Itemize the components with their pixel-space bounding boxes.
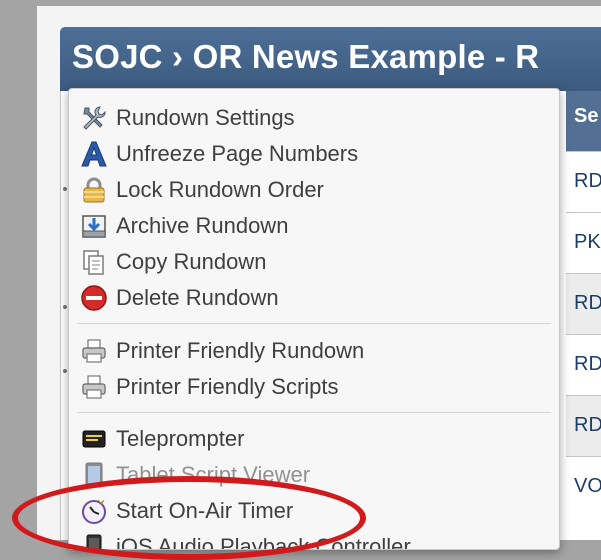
stopwatch-icon [80, 497, 108, 525]
table-cell-segment[interactable]: RD [566, 334, 601, 395]
menu-item-printer-friendly-rundown[interactable]: Printer Friendly Rundown [69, 333, 559, 369]
menu-item-lock-rundown-order[interactable]: Lock Rundown Order [69, 172, 559, 208]
menu-separator [77, 412, 551, 413]
phone-icon [80, 533, 108, 549]
row-marker [63, 305, 67, 309]
table-cell-segment[interactable]: RD [566, 151, 601, 212]
tools-icon [80, 104, 108, 132]
printer-icon [80, 337, 108, 365]
menu-item-start-on-air-timer[interactable]: Start On-Air Timer [69, 493, 559, 529]
menu-item-label: iOS Audio Playback Controller [116, 534, 411, 550]
menu-item-archive-rundown[interactable]: Archive Rundown [69, 208, 559, 244]
teleprompter-icon [80, 425, 108, 453]
menu-item-tablet-script-viewer[interactable]: Tablet Script Viewer [69, 457, 559, 493]
menu-item-label: Tablet Script Viewer [116, 462, 311, 487]
menu-item-label: Delete Rundown [116, 285, 279, 310]
menu-item-label: Printer Friendly Scripts [116, 374, 339, 399]
menu-item-label: Teleprompter [116, 426, 245, 451]
table-cell-segment[interactable]: RD [566, 395, 601, 456]
delete-circle-icon [80, 284, 108, 312]
menu-item-teleprompter[interactable]: Teleprompter [69, 421, 559, 457]
padlock-icon [80, 176, 108, 204]
table-cell-segment[interactable]: VO [566, 456, 601, 540]
row-marker [63, 369, 67, 373]
menu-item-unfreeze-page-numbers[interactable]: Unfreeze Page Numbers [69, 136, 559, 172]
menu-item-label: Rundown Settings [116, 105, 295, 130]
table-cell-segment[interactable]: RD [566, 273, 601, 334]
title-bar: SOJC › OR News Example - R [60, 27, 601, 91]
menu-item-rundown-settings[interactable]: Rundown Settings [69, 100, 559, 136]
table-cell-segment[interactable]: PK [566, 212, 601, 273]
menu-item-label: Unfreeze Page Numbers [116, 141, 359, 166]
menu-item-copy-rundown[interactable]: Copy Rundown [69, 244, 559, 280]
menu-separator [77, 323, 551, 324]
menu-item-label: Archive Rundown [116, 213, 289, 238]
copy-pages-icon [80, 248, 108, 276]
menu-item-label: Copy Rundown [116, 249, 267, 274]
page-title: SOJC › OR News Example - R [72, 38, 540, 75]
font-a-icon [80, 140, 108, 168]
menu-item-label: Lock Rundown Order [116, 177, 324, 202]
menu-item-label: Start On-Air Timer [116, 498, 294, 523]
rundown-actions-menu: Rundown Settings Unfreeze Page Numbers L… [68, 88, 560, 550]
row-marker [63, 187, 67, 191]
tablet-icon [80, 461, 108, 489]
row-marker [63, 489, 67, 493]
column-header-segment[interactable]: Se [566, 91, 601, 151]
printer-icon [80, 373, 108, 401]
menu-item-delete-rundown[interactable]: Delete Rundown [69, 280, 559, 316]
menu-item-label: Printer Friendly Rundown [116, 338, 365, 363]
menu-item-printer-friendly-scripts[interactable]: Printer Friendly Scripts [69, 369, 559, 405]
archive-box-icon [80, 212, 108, 240]
